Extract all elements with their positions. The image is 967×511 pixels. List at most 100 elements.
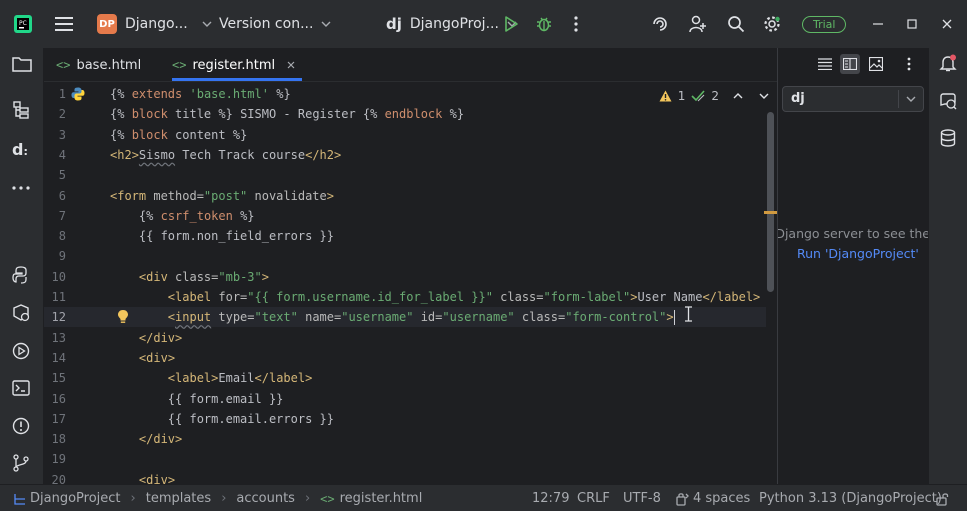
run-icon[interactable]: [504, 0, 518, 48]
split-view-icon[interactable]: [840, 54, 860, 74]
database-icon[interactable]: [940, 129, 956, 147]
tool-options-icon[interactable]: [907, 57, 911, 71]
line-number[interactable]: 6: [44, 186, 66, 206]
line-number[interactable]: 8: [44, 226, 66, 246]
preview-image-icon[interactable]: [869, 57, 883, 71]
next-highlight-icon[interactable]: [759, 93, 769, 99]
search-icon[interactable]: [727, 0, 745, 48]
chevron-down-icon: [906, 96, 916, 102]
line-number[interactable]: 3: [44, 125, 66, 145]
code-line[interactable]: <div class="mb-3">: [110, 267, 269, 287]
close-tab-icon[interactable]: [287, 61, 295, 69]
indent-widget[interactable]: 4 spaces: [676, 485, 750, 511]
services-icon[interactable]: [12, 304, 32, 324]
code-line[interactable]: {{ form.email.errors }}: [110, 409, 334, 429]
close-window-icon[interactable]: [942, 0, 952, 48]
problems-icon[interactable]: [12, 417, 32, 437]
minimize-icon[interactable]: [873, 0, 883, 48]
line-number[interactable]: 16: [44, 389, 66, 409]
django-icon: dj: [386, 15, 402, 33]
line-number[interactable]: 4: [44, 145, 66, 165]
project-widget[interactable]: DP Django...: [97, 0, 212, 48]
more-actions-icon[interactable]: [574, 0, 578, 48]
code-line[interactable]: {% block title %} SISMO - Register {% en…: [110, 104, 464, 124]
tab-register-html[interactable]: <> register.html: [172, 48, 295, 82]
line-number[interactable]: 13: [44, 328, 66, 348]
run-django-project-link[interactable]: Run 'DjangoProject': [797, 246, 919, 261]
code-line[interactable]: {{ form.email }}: [110, 389, 284, 409]
django-structure-icon[interactable]: d:: [12, 140, 32, 160]
maximize-icon[interactable]: [907, 0, 917, 48]
combo-value: dj: [791, 91, 805, 106]
django-combo-box[interactable]: dj: [782, 86, 924, 112]
line-number[interactable]: 11: [44, 287, 66, 307]
code-editor[interactable]: 1 2 3 4 5 6 7 8 9 10 11 12 13 14 15 16 17 18 19 20 {% exten…: [44, 82, 777, 487]
run-tool-icon[interactable]: [12, 342, 32, 362]
line-number[interactable]: 9: [44, 246, 66, 266]
debug-icon[interactable]: [536, 0, 552, 48]
code-line[interactable]: <form method="post" novalidate>: [110, 186, 334, 206]
line-separator[interactable]: CRLF: [577, 485, 610, 511]
code-line[interactable]: <input type="text" name="username" id="u…: [110, 307, 675, 327]
tab-base-html[interactable]: <> base.html: [56, 48, 141, 82]
project-folder-icon[interactable]: [12, 55, 32, 75]
more-tools-icon[interactable]: [12, 178, 32, 198]
breadcrumb-item[interactable]: templates: [146, 491, 211, 506]
add-user-icon[interactable]: [689, 0, 707, 48]
line-number[interactable]: 7: [44, 206, 66, 226]
vcs-label: Version con...: [219, 16, 314, 32]
line-number[interactable]: 15: [44, 368, 66, 388]
line-number[interactable]: 14: [44, 348, 66, 368]
file-encoding[interactable]: UTF-8: [623, 485, 661, 511]
python-gutter-icon[interactable]: [71, 87, 85, 101]
scrollbar-warning-marker[interactable]: [764, 211, 777, 214]
code-text-area[interactable]: {% extends 'base.html' %} {% block title …: [110, 82, 765, 487]
line-number[interactable]: 17: [44, 409, 66, 429]
code-line[interactable]: {% extends 'base.html' %}: [110, 84, 291, 104]
previous-highlight-icon[interactable]: [733, 93, 743, 99]
code-line[interactable]: {{ form.non_field_errors }}: [110, 226, 334, 246]
unlock-icon[interactable]: [936, 485, 949, 511]
code-line[interactable]: {% csrf_token %}: [110, 206, 255, 226]
run-config-widget[interactable]: dj DjangoProj...: [386, 0, 517, 48]
code-line[interactable]: <div>: [110, 348, 175, 368]
code-line[interactable]: <label for="{{ form.username.id_for_labe…: [110, 287, 760, 307]
terminal-icon[interactable]: [12, 379, 32, 399]
code-line[interactable]: {% block content %}: [110, 125, 247, 145]
line-number[interactable]: 2: [44, 104, 66, 124]
structure-icon[interactable]: [12, 101, 32, 121]
notifications-bell-icon[interactable]: [939, 54, 957, 72]
line-number[interactable]: 1: [44, 84, 66, 104]
main-menu-icon[interactable]: [55, 0, 73, 48]
line-number[interactable]: 19: [44, 449, 66, 469]
line-number[interactable]: 10: [44, 267, 66, 287]
python-console-icon[interactable]: [12, 266, 32, 286]
code-line[interactable]: <h2>Sismo Tech Track course</h2>: [110, 145, 341, 165]
settings-gear-icon[interactable]: [763, 0, 781, 48]
ai-assistant-icon[interactable]: [651, 0, 669, 48]
check-icon: [691, 90, 705, 102]
code-line[interactable]: <label>Email</label>: [110, 368, 313, 388]
python-interpreter[interactable]: Python 3.13 (DjangoProject): [759, 485, 942, 511]
module-icon: [14, 493, 25, 505]
git-branch-icon[interactable]: [12, 454, 32, 474]
trial-badge[interactable]: Trial: [802, 0, 847, 48]
line-number[interactable]: 12: [44, 307, 66, 327]
caret-position[interactable]: 12:79: [532, 485, 569, 511]
reader-mode-icon[interactable]: [818, 58, 832, 70]
project-badge: DP: [97, 14, 117, 34]
editor-scrollbar[interactable]: [767, 112, 774, 292]
line-number[interactable]: 18: [44, 429, 66, 449]
code-line[interactable]: </div>: [110, 328, 182, 348]
breadcrumb-item[interactable]: accounts: [236, 491, 295, 506]
inspection-widget[interactable]: 1 2: [659, 86, 769, 106]
breadcrumb-item[interactable]: DjangoProject: [30, 491, 121, 506]
breadcrumb-item[interactable]: register.html: [340, 491, 423, 506]
line-number[interactable]: 5: [44, 165, 66, 185]
vcs-widget[interactable]: Version con...: [219, 0, 331, 48]
project-name: Django...: [125, 16, 188, 32]
ai-chat-icon[interactable]: [939, 92, 957, 110]
app-logo-icon[interactable]: PC: [14, 0, 32, 48]
breadcrumb: DjangoProject › templates › accounts › <…: [14, 485, 422, 511]
code-line[interactable]: </div>: [110, 429, 182, 449]
